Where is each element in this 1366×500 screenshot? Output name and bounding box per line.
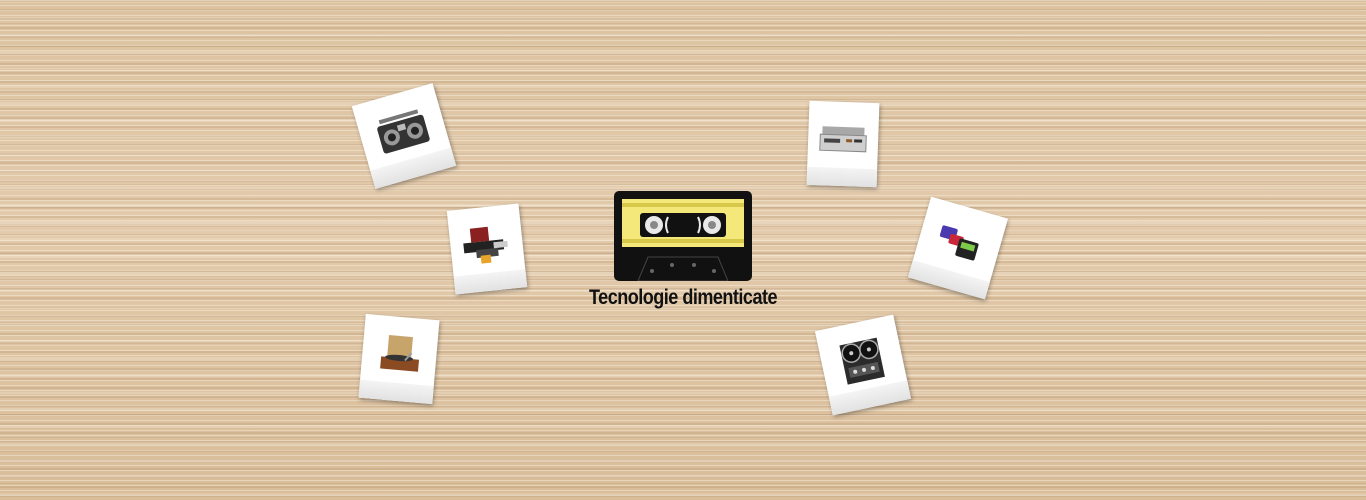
vcr-player-icon [819, 126, 867, 153]
boombox-icon [377, 109, 430, 154]
polaroid-boombox[interactable] [351, 83, 457, 189]
polaroid-reel-to-reel[interactable] [814, 314, 912, 416]
page-title: Tecnologie dimenticate [588, 286, 778, 309]
pager-icon [939, 225, 979, 261]
polaroid-pager[interactable] [907, 196, 1009, 300]
reel-to-reel-tape-recorder-icon [839, 337, 885, 385]
page: { "title": "Tecnologie dimenticate", "co… [0, 0, 1366, 500]
typewriter-icon [463, 226, 508, 264]
polaroid-vcr[interactable] [806, 100, 880, 188]
cassette-tape-icon [614, 191, 752, 281]
record-player-icon [380, 334, 420, 372]
polaroid-typewriter[interactable] [446, 203, 528, 295]
polaroid-record-player[interactable] [358, 313, 440, 405]
polaroid-strip [806, 166, 878, 188]
